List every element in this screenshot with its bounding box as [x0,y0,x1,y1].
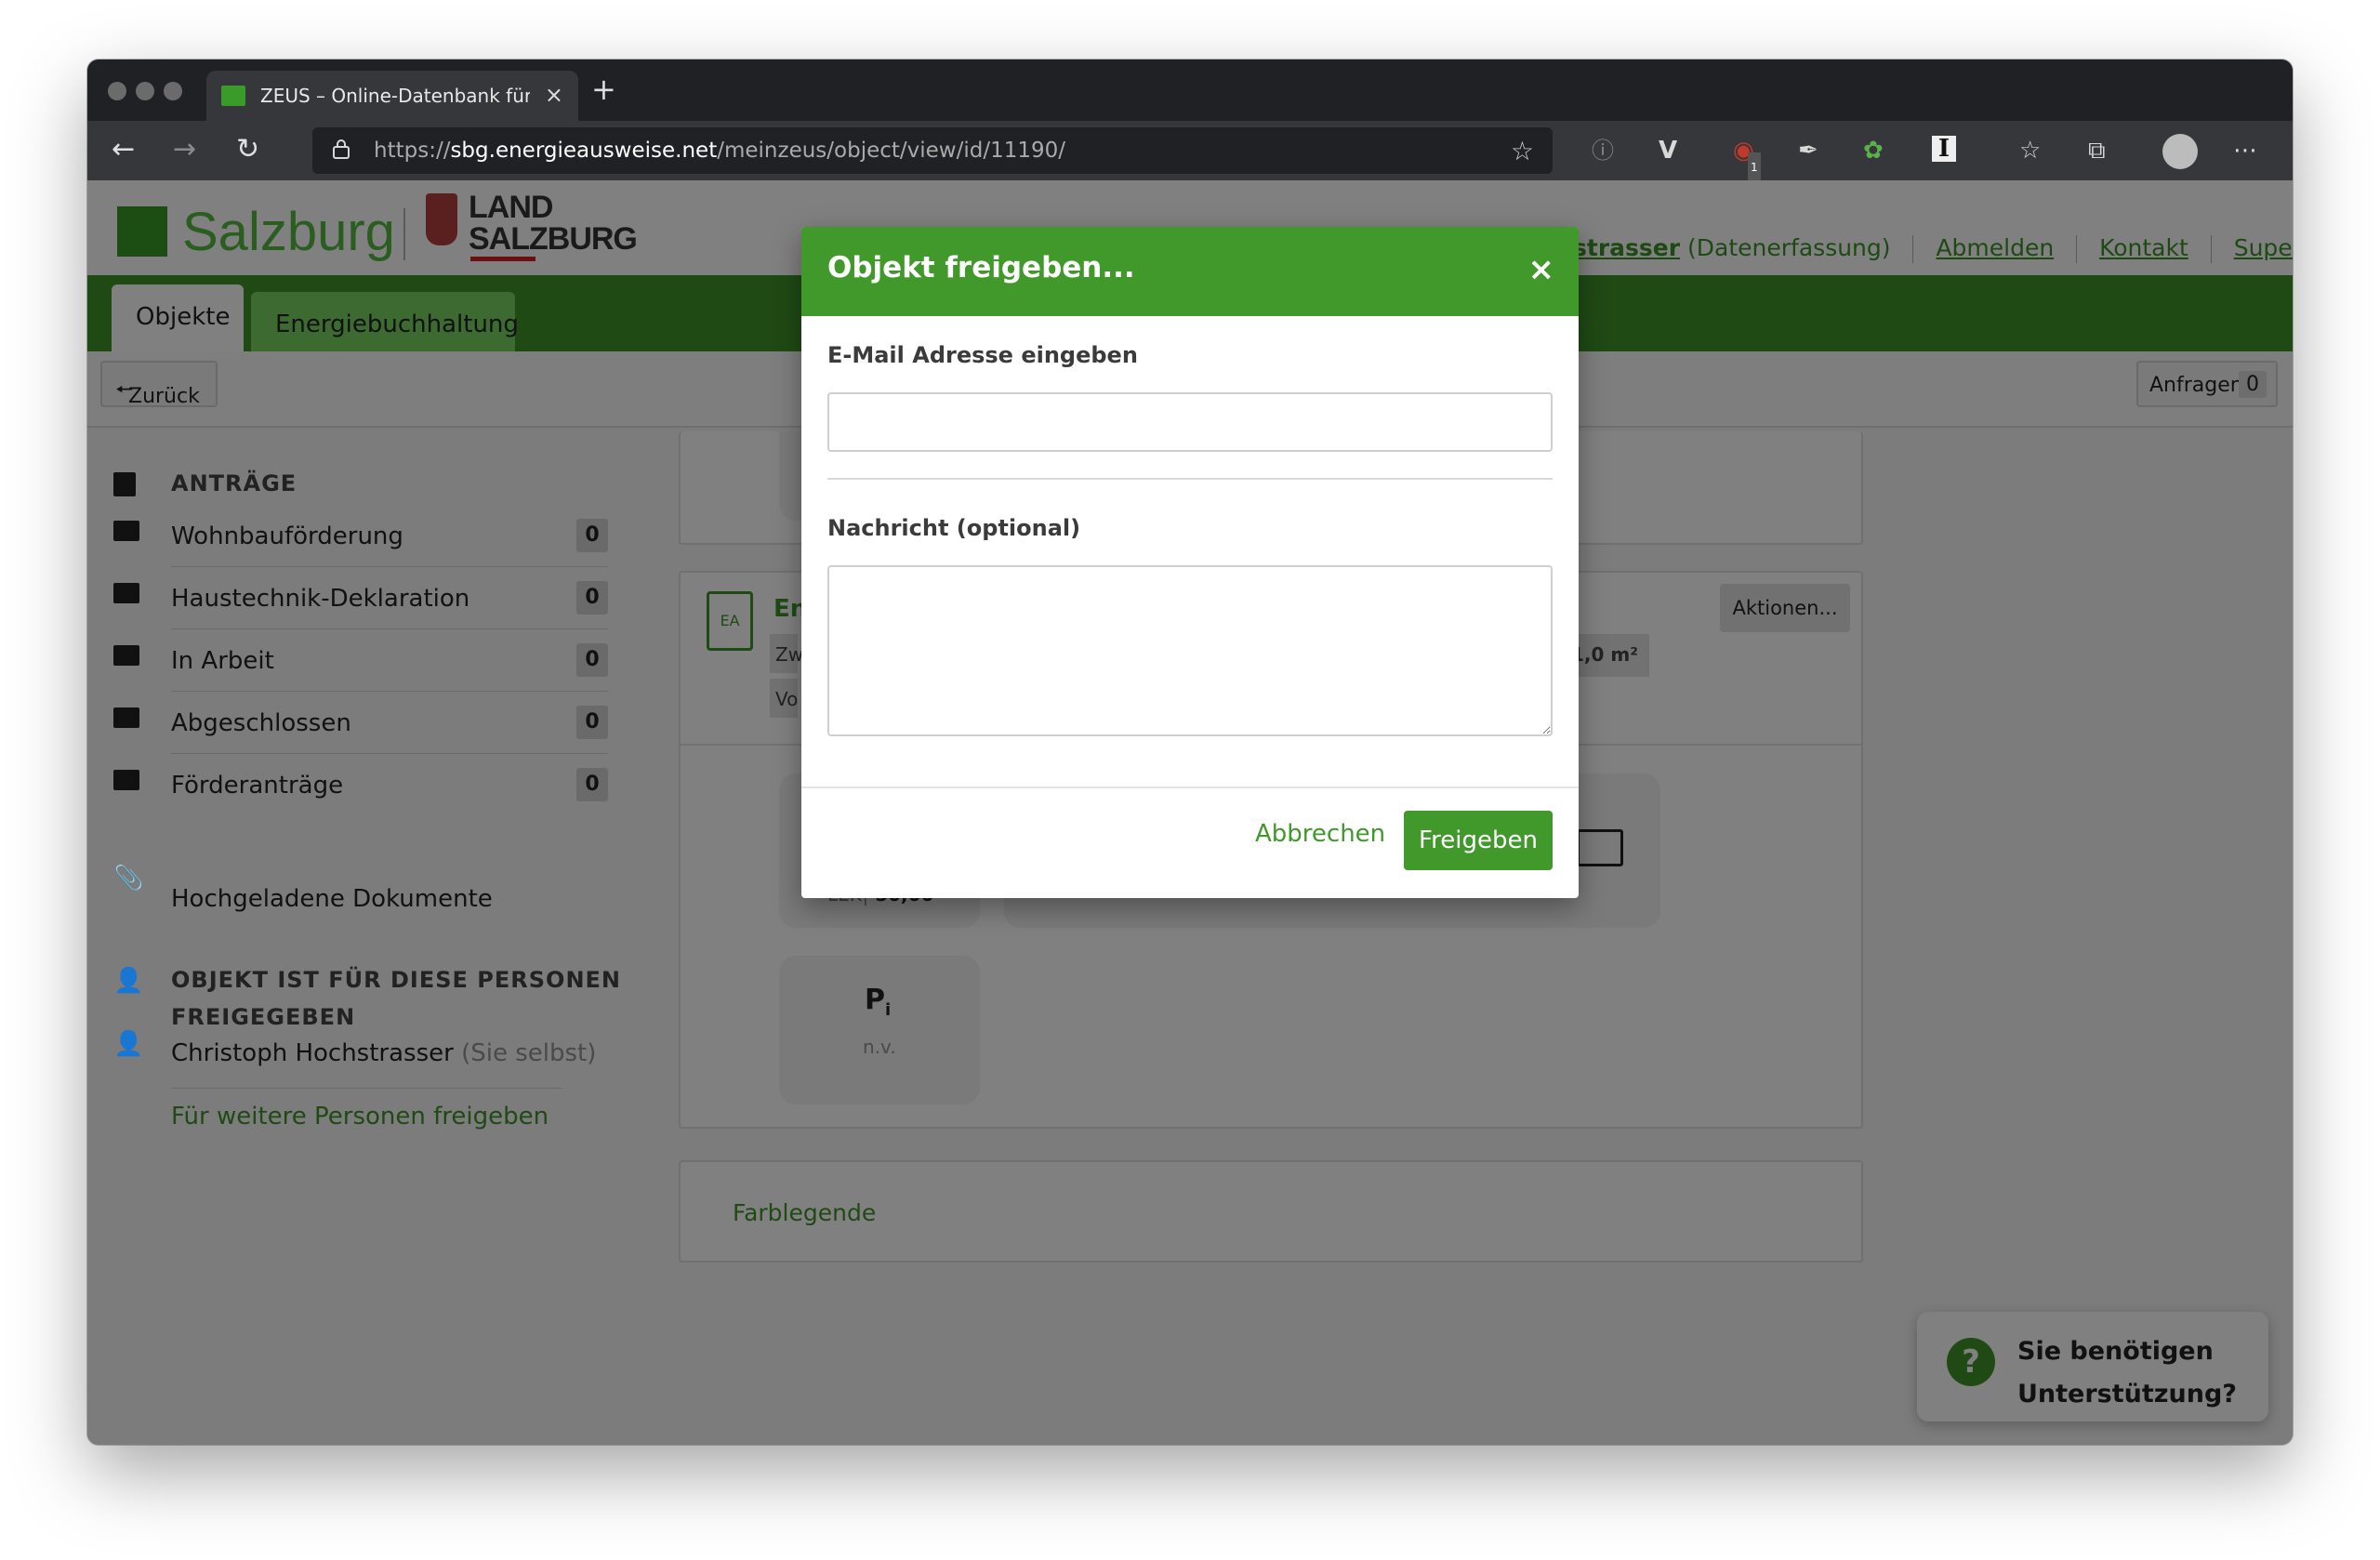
info-icon[interactable]: ⓘ [1592,136,1614,165]
paperclip-icon: 📎 [113,865,144,892]
instapaper-icon[interactable]: I [1932,136,1956,162]
section-heading-antraege: ANTRÄGE [171,470,298,496]
uploaded-documents-link[interactable]: Hochgeladene Dokumente [171,885,493,913]
sidebar-item-haustechnik[interactable]: Haustechnik-Deklaration 0 [171,568,608,629]
zoom-window-dot[interactable] [164,82,182,100]
folder-icon [113,583,139,603]
logout-link[interactable]: Abmelden [1936,234,2054,261]
folder-icon [113,770,139,790]
color-legend-link[interactable]: Farblegende [733,1199,876,1226]
requests-count-badge: 0 [2239,371,2267,398]
question-icon: ? [1947,1338,1995,1386]
collections-icon[interactable]: ⧉ [2088,136,2106,165]
tab-objekte[interactable]: Objekte [112,284,244,351]
close-window-dot[interactable] [108,82,126,100]
share-button[interactable]: Freigeben [1404,811,1553,870]
radiator-icon [1577,829,1623,866]
tab-energiebuchhaltung[interactable]: Energiebuchhaltung [251,292,519,351]
minimize-window-dot[interactable] [136,82,154,100]
back-button[interactable]: 🠔 Zurück [100,361,218,408]
pen-icon[interactable]: ✒ [1798,136,1818,165]
color-legend-card[interactable]: Farblegende [679,1160,1863,1263]
user-name-link[interactable]: strasser [1573,234,1680,261]
coat-of-arms-icon [426,193,457,245]
user-role: (Datenerfassung) [1687,234,1891,261]
email-field[interactable] [827,392,1553,452]
vivaldi-icon[interactable]: V [1659,136,1677,165]
close-icon[interactable]: × [1528,251,1555,288]
nav-divider [2076,235,2078,263]
favorites-icon[interactable]: ☆ [2019,136,2041,165]
nav-divider [1912,235,1914,263]
forward-arrow-icon[interactable]: → [173,134,196,165]
support-text: Sie benötigen Unterstützung? [2017,1337,2237,1408]
user-nav: strasser (Datenerfassung) Abmelden Konta… [1573,234,2293,263]
requests-button[interactable]: Anfragen 0 [2136,361,2278,407]
person-icon: 👤 [113,967,144,995]
logo-divider [403,208,405,260]
sidebar-item-in-arbeit[interactable]: In Arbeit 0 [171,630,608,692]
sidebar-item-foerderantraege[interactable]: Förderanträge 0 [171,755,608,816]
superadmin-link[interactable]: Superadmin [2234,234,2293,261]
person-icon: 👤 [113,1030,144,1058]
tab-title: ZEUS – Online-Datenbank für Energieauswe… [260,85,530,107]
folder-icon [113,707,139,728]
ea-document-icon: EA [707,591,753,651]
profile-icon[interactable] [2162,134,2198,169]
contact-link[interactable]: Kontakt [2099,234,2188,261]
documents-stack-icon [113,472,136,496]
divider [171,1088,562,1089]
star-icon[interactable]: ☆ [1511,136,1534,166]
folder-icon [113,645,139,666]
support-widget[interactable]: ? Sie benötigen Unterstützung? [1917,1312,2268,1421]
ublock-icon[interactable]: ◉ 1 [1733,136,1761,182]
cancel-button[interactable]: Abbrechen [1248,811,1393,857]
browser-toolbar: ← → ↻ https://sbg.energieausweise.net/me… [87,121,2293,182]
tab-strip: ZEUS – Online-Datenbank für Energieauswe… [87,59,2293,121]
back-arrow-icon[interactable]: ← [112,134,135,165]
url-text: https://sbg.energieausweise.net/meinzeus… [374,139,1066,163]
folder-icon [113,521,139,541]
browser-tab-active[interactable]: ZEUS – Online-Datenbank für Energieauswe… [206,71,578,121]
address-bar[interactable]: https://sbg.energieausweise.net/meinzeus… [312,127,1553,174]
tab-close-icon[interactable]: × [545,82,563,108]
divider [827,478,1553,480]
share-object-dialog: Objekt freigeben... × E-Mail Adresse ein… [801,227,1579,898]
new-tab-button[interactable]: + [591,74,616,104]
pi-tile[interactable]: Pi n.v. [779,956,980,1104]
zeus-favicon-icon [221,86,245,106]
sidebar-item-wohnbaufoerderung[interactable]: Wohnbauförderung 0 [171,506,608,567]
actions-button[interactable]: Aktionen... [1720,584,1850,632]
leaf-icon[interactable]: ✿ [1863,136,1884,165]
dialog-footer-divider [801,787,1579,788]
logo-underline [470,257,536,261]
dialog-title: Objekt freigeben... [827,251,1135,284]
sidebar-item-abgeschlossen[interactable]: Abgeschlossen 0 [171,693,608,754]
shared-person: Christoph Hochstrasser (Sie selbst) [171,1039,597,1067]
nav-divider [2210,235,2212,263]
sidebar: ANTRÄGE Wohnbauförderung 0 Haustechnik-De… [87,428,641,1445]
zeus-logo-icon[interactable] [117,206,167,257]
more-icon[interactable]: ⋯ [2233,136,2257,165]
info-chip: Zw [770,634,803,673]
reload-icon[interactable]: ↻ [236,134,259,165]
lock-icon [333,139,350,159]
share-more-link[interactable]: Für weitere Personen freigeben [171,1103,549,1130]
email-label: E-Mail Adresse eingeben [827,342,1138,368]
shared-heading: OBJEKT IST FÜR DIESE PERSONEN FREIGEGEBEN [171,967,622,1030]
message-label: Nachricht (optional) [827,515,1081,541]
site-logo-text[interactable]: Salzburg [182,201,395,263]
message-textarea[interactable] [827,565,1553,736]
dialog-header: Objekt freigeben... × [801,227,1579,316]
land-salzburg-logo: LAND SALZBURG [469,190,638,257]
info-chip: Vo [770,679,798,718]
browser-window: ZEUS – Online-Datenbank für Energieauswe… [87,59,2293,1445]
pi-label: Pi [865,984,892,1020]
pi-value: n.v. [863,1036,896,1058]
